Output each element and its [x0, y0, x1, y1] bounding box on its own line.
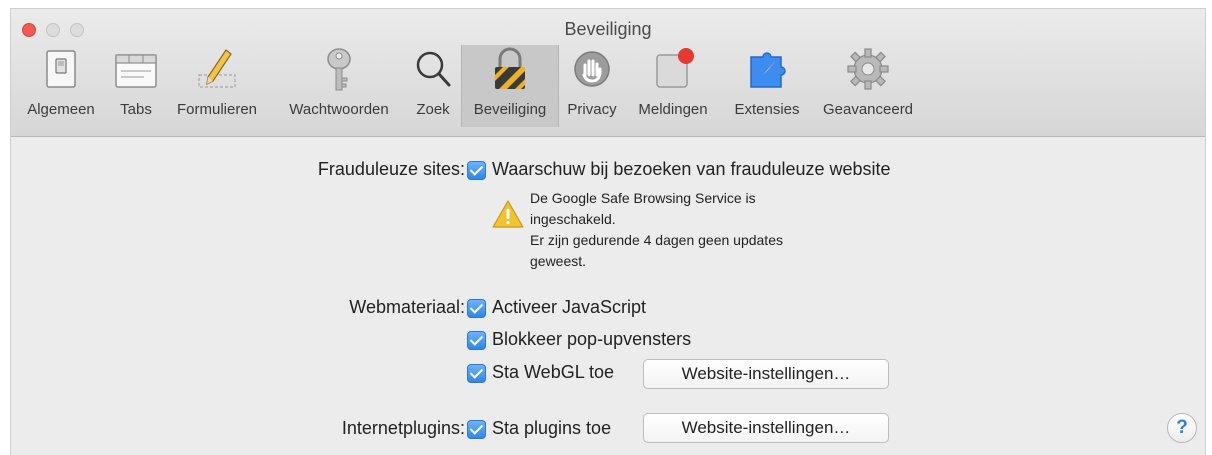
magnifier-icon [416, 51, 451, 87]
warning-line: De Google Safe Browsing Service is [530, 190, 756, 206]
tab-label: Formulieren [176, 101, 258, 118]
tab-privacy[interactable]: Privacy [559, 45, 625, 127]
tab-label: Geavanceerd [822, 101, 914, 118]
fraud-warning-checkbox-label[interactable]: Waarschuw bij bezoeken van frauduleuze w… [492, 159, 891, 180]
tab-label: Algemeen [27, 101, 95, 118]
webgl-website-settings-button[interactable]: Website-instellingen… [643, 359, 889, 389]
tab-label: Beveiliging [473, 101, 547, 118]
webgl-checkbox-label[interactable]: Sta WebGL toe [492, 362, 614, 383]
fraud-sites-label: Frauduleuze sites: [317, 159, 465, 179]
key-icon [327, 48, 351, 91]
javascript-checkbox-label[interactable]: Activeer JavaScript [492, 297, 646, 318]
internet-plugins-label: Internetplugins: [341, 418, 465, 438]
warning-line: Er zijn gedurende 4 dagen geen updates [530, 232, 783, 248]
tab-wachtwoorden[interactable]: Wachtwoorden [273, 45, 405, 127]
window-title: Beveiliging [564, 19, 652, 39]
fraud-warning-checkbox[interactable] [467, 161, 486, 180]
plugins-website-settings-button[interactable]: Website-instellingen… [643, 413, 889, 443]
tab-label: Tabs [120, 101, 152, 118]
tab-beveiliging[interactable]: Beveiliging [461, 45, 559, 127]
tab-tabs[interactable]: Tabs [111, 45, 161, 127]
warning-icon [492, 200, 524, 228]
toolbar: Beveiliging Algemeen Tabs Formulieren Wa… [11, 9, 1205, 137]
tab-label: Privacy [567, 101, 617, 118]
preferences-window: Beveiliging Algemeen Tabs Formulieren Wa… [10, 8, 1206, 455]
switch-icon [46, 50, 76, 88]
tab-geavanceerd[interactable]: Geavanceerd [813, 45, 923, 127]
warning-line: geweest. [530, 253, 587, 269]
gear-icon [847, 48, 889, 90]
block-popups-checkbox[interactable] [467, 331, 486, 350]
puzzle-compass-icon [750, 52, 786, 88]
tab-extensies[interactable]: Extensies [721, 45, 813, 127]
padlock-icon [495, 47, 525, 89]
tab-label: Meldingen [638, 101, 708, 118]
tab-meldingen[interactable]: Meldingen [625, 45, 721, 127]
tab-formulieren[interactable]: Formulieren [161, 45, 273, 127]
allow-plugins-checkbox-label[interactable]: Sta plugins toe [492, 418, 611, 439]
web-content-label: Webmateriaal: [349, 297, 465, 317]
block-popups-checkbox-label[interactable]: Blokkeer pop-upvensters [492, 329, 691, 350]
help-button[interactable]: ? [1167, 413, 1197, 443]
tab-label: Wachtwoorden [289, 101, 389, 118]
javascript-checkbox[interactable] [467, 299, 486, 318]
allow-plugins-checkbox[interactable] [467, 420, 486, 439]
webgl-checkbox[interactable] [467, 364, 486, 383]
warning-line: ingeschakeld. [530, 211, 616, 227]
notification-icon [656, 48, 694, 88]
tab-label: Zoek [416, 101, 450, 118]
tabs-icon [115, 54, 157, 88]
pencil-icon [198, 49, 236, 88]
security-settings-panel: Frauduleuze sites: Waarschuw bij bezoeke… [11, 138, 1205, 455]
tab-algemeen[interactable]: Algemeen [11, 45, 111, 127]
tab-label: Extensies [734, 101, 800, 118]
hand-icon [574, 51, 610, 87]
tab-zoek[interactable]: Zoek [405, 45, 461, 127]
